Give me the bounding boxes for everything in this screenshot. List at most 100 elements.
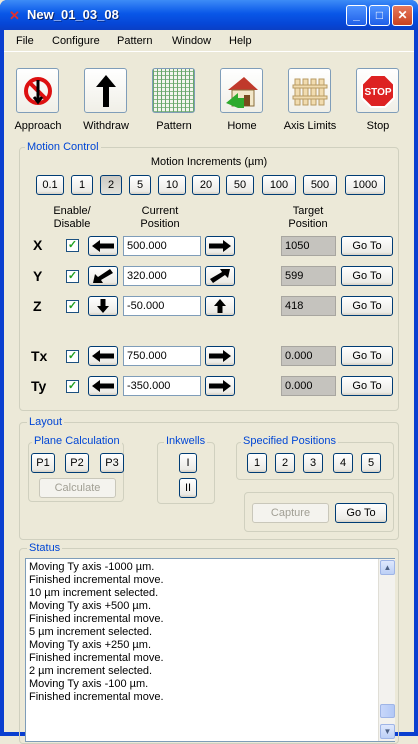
increment-2-button[interactable]: 2 (100, 175, 122, 195)
motion-increments-label: Motion Increments (µm) (150, 156, 268, 168)
plane-p2-button[interactable]: P2 (65, 453, 89, 473)
specified-position-4-button[interactable]: 4 (333, 453, 353, 473)
increment-50-button[interactable]: 50 (226, 175, 254, 195)
y-plus-button[interactable] (205, 266, 235, 286)
pattern-tool[interactable]: Pattern (144, 68, 204, 132)
menu-window[interactable]: Window (172, 35, 211, 47)
left-arrow-icon (92, 350, 114, 362)
chevron-down-icon: ▼ (383, 727, 392, 736)
scroll-down-button[interactable]: ▼ (380, 724, 395, 739)
right-arrow-icon (209, 380, 231, 392)
increment-0.1-button[interactable]: 0.1 (36, 175, 64, 195)
y-minus-button[interactable] (88, 266, 118, 286)
y-target-position-field[interactable]: 599 (281, 266, 336, 286)
y-current-position-field[interactable]: 320.000 (123, 266, 201, 286)
down-left-arrow-icon (93, 269, 113, 283)
ty-current-position-field[interactable]: -350.000 (123, 376, 201, 396)
z-goto-button[interactable]: Go To (341, 296, 393, 316)
ty-plus-button[interactable] (205, 376, 235, 396)
ty-minus-button[interactable] (88, 376, 118, 396)
scroll-up-button[interactable]: ▲ (380, 560, 395, 575)
x-current-position-field[interactable]: 500.000 (123, 236, 201, 256)
layout-goto-button[interactable]: Go To (335, 503, 387, 523)
title-bar[interactable]: ✕ New_01_03_08 _ □ ✕ (0, 0, 418, 30)
z-current-position-field[interactable]: -50.000 (123, 296, 201, 316)
specified-positions-title: Specified Positions (241, 435, 338, 447)
inkwell-2-button[interactable]: II (179, 478, 197, 498)
scroll-thumb[interactable] (380, 704, 395, 718)
plane-calculation-title: Plane Calculation (32, 435, 122, 447)
tx-current-position-field[interactable]: 750.000 (123, 346, 201, 366)
close-icon: ✕ (397, 8, 408, 22)
right-arrow-icon (209, 350, 231, 362)
specified-position-3-button[interactable]: 3 (303, 453, 323, 473)
increment-500-button[interactable]: 500 (303, 175, 337, 195)
home-tool[interactable]: Home (212, 68, 272, 132)
menu-pattern[interactable]: Pattern (117, 35, 152, 47)
tx-minus-button[interactable] (88, 346, 118, 366)
inkwell-1-button[interactable]: I (179, 453, 197, 473)
capture-button[interactable]: Capture (252, 503, 329, 523)
status-log[interactable]: Moving Ty axis -1000 µm. Finished increm… (25, 558, 395, 742)
app-window: ✕ New_01_03_08 _ □ ✕ File Configure Patt… (0, 0, 418, 744)
axis-y-enable-checkbox[interactable]: ✓ (66, 270, 79, 283)
specified-position-5-button[interactable]: 5 (361, 453, 381, 473)
axis-x-label: X (33, 237, 43, 253)
increment-10-button[interactable]: 10 (158, 175, 186, 195)
x-target-position-field[interactable]: 1050 (281, 236, 336, 256)
ty-goto-button[interactable]: Go To (341, 376, 393, 396)
x-minus-button[interactable] (88, 236, 118, 256)
increment-100-button[interactable]: 100 (262, 175, 296, 195)
specified-position-1-button[interactable]: 1 (247, 453, 267, 473)
close-button[interactable]: ✕ (392, 5, 413, 26)
increment-1000-button[interactable]: 1000 (345, 175, 385, 195)
status-line: Finished incremental move. (29, 574, 164, 586)
withdraw-tool[interactable]: Withdraw (76, 68, 136, 132)
y-goto-button[interactable]: Go To (341, 266, 393, 286)
x-plus-button[interactable] (205, 236, 235, 256)
ty-target-position-field[interactable]: 0.000 (281, 376, 336, 396)
specified-position-2-button[interactable]: 2 (275, 453, 295, 473)
approach-tool[interactable]: Approach (8, 68, 68, 132)
status-line: Moving Ty axis -100 µm. (29, 678, 149, 690)
inkwells-title: Inkwells (164, 435, 208, 447)
up-right-arrow-icon (210, 269, 230, 283)
axis-ty-enable-checkbox[interactable]: ✓ (66, 380, 79, 393)
z-minus-button[interactable] (88, 296, 118, 316)
client-area: File Configure Pattern Window Help Appro… (4, 30, 414, 744)
x-goto-button[interactable]: Go To (341, 236, 393, 256)
minimize-button[interactable]: _ (346, 5, 367, 26)
axis-x-enable-checkbox[interactable]: ✓ (66, 239, 79, 252)
axis-tx-enable-checkbox[interactable]: ✓ (66, 350, 79, 363)
stop-tool[interactable]: STOP Stop (348, 68, 408, 132)
increment-1-button[interactable]: 1 (71, 175, 93, 195)
status-line: Finished incremental move. (29, 691, 164, 703)
maximize-icon: □ (375, 8, 384, 22)
status-scrollbar[interactable]: ▲ ▼ (378, 559, 395, 741)
increment-5-button[interactable]: 5 (129, 175, 151, 195)
motion-control-title: Motion Control (25, 141, 101, 153)
z-target-position-field[interactable]: 418 (281, 296, 336, 316)
maximize-button[interactable]: □ (369, 5, 390, 26)
minimize-icon: _ (353, 8, 360, 22)
plane-p1-button[interactable]: P1 (31, 453, 55, 473)
up-arrow-icon (214, 299, 226, 313)
status-line: Moving Ty axis +500 µm. (29, 600, 151, 612)
status-line: Finished incremental move. (29, 613, 164, 625)
plane-p3-button[interactable]: P3 (100, 453, 124, 473)
axis-limits-tool[interactable]: Axis Limits (280, 68, 340, 132)
status-title: Status (27, 542, 63, 554)
calculate-button[interactable]: Calculate (39, 478, 116, 498)
tx-goto-button[interactable]: Go To (341, 346, 393, 366)
menu-file[interactable]: File (16, 35, 34, 47)
axis-z-enable-checkbox[interactable]: ✓ (66, 300, 79, 313)
status-line: 2 µm increment selected. (29, 665, 153, 677)
menu-help[interactable]: Help (229, 35, 252, 47)
tx-target-position-field[interactable]: 0.000 (281, 346, 336, 366)
tx-plus-button[interactable] (205, 346, 235, 366)
current-position-header: Current Position (140, 205, 180, 230)
increment-20-button[interactable]: 20 (192, 175, 220, 195)
left-arrow-icon (92, 240, 114, 252)
z-plus-button[interactable] (205, 296, 235, 316)
menu-configure[interactable]: Configure (52, 35, 100, 47)
